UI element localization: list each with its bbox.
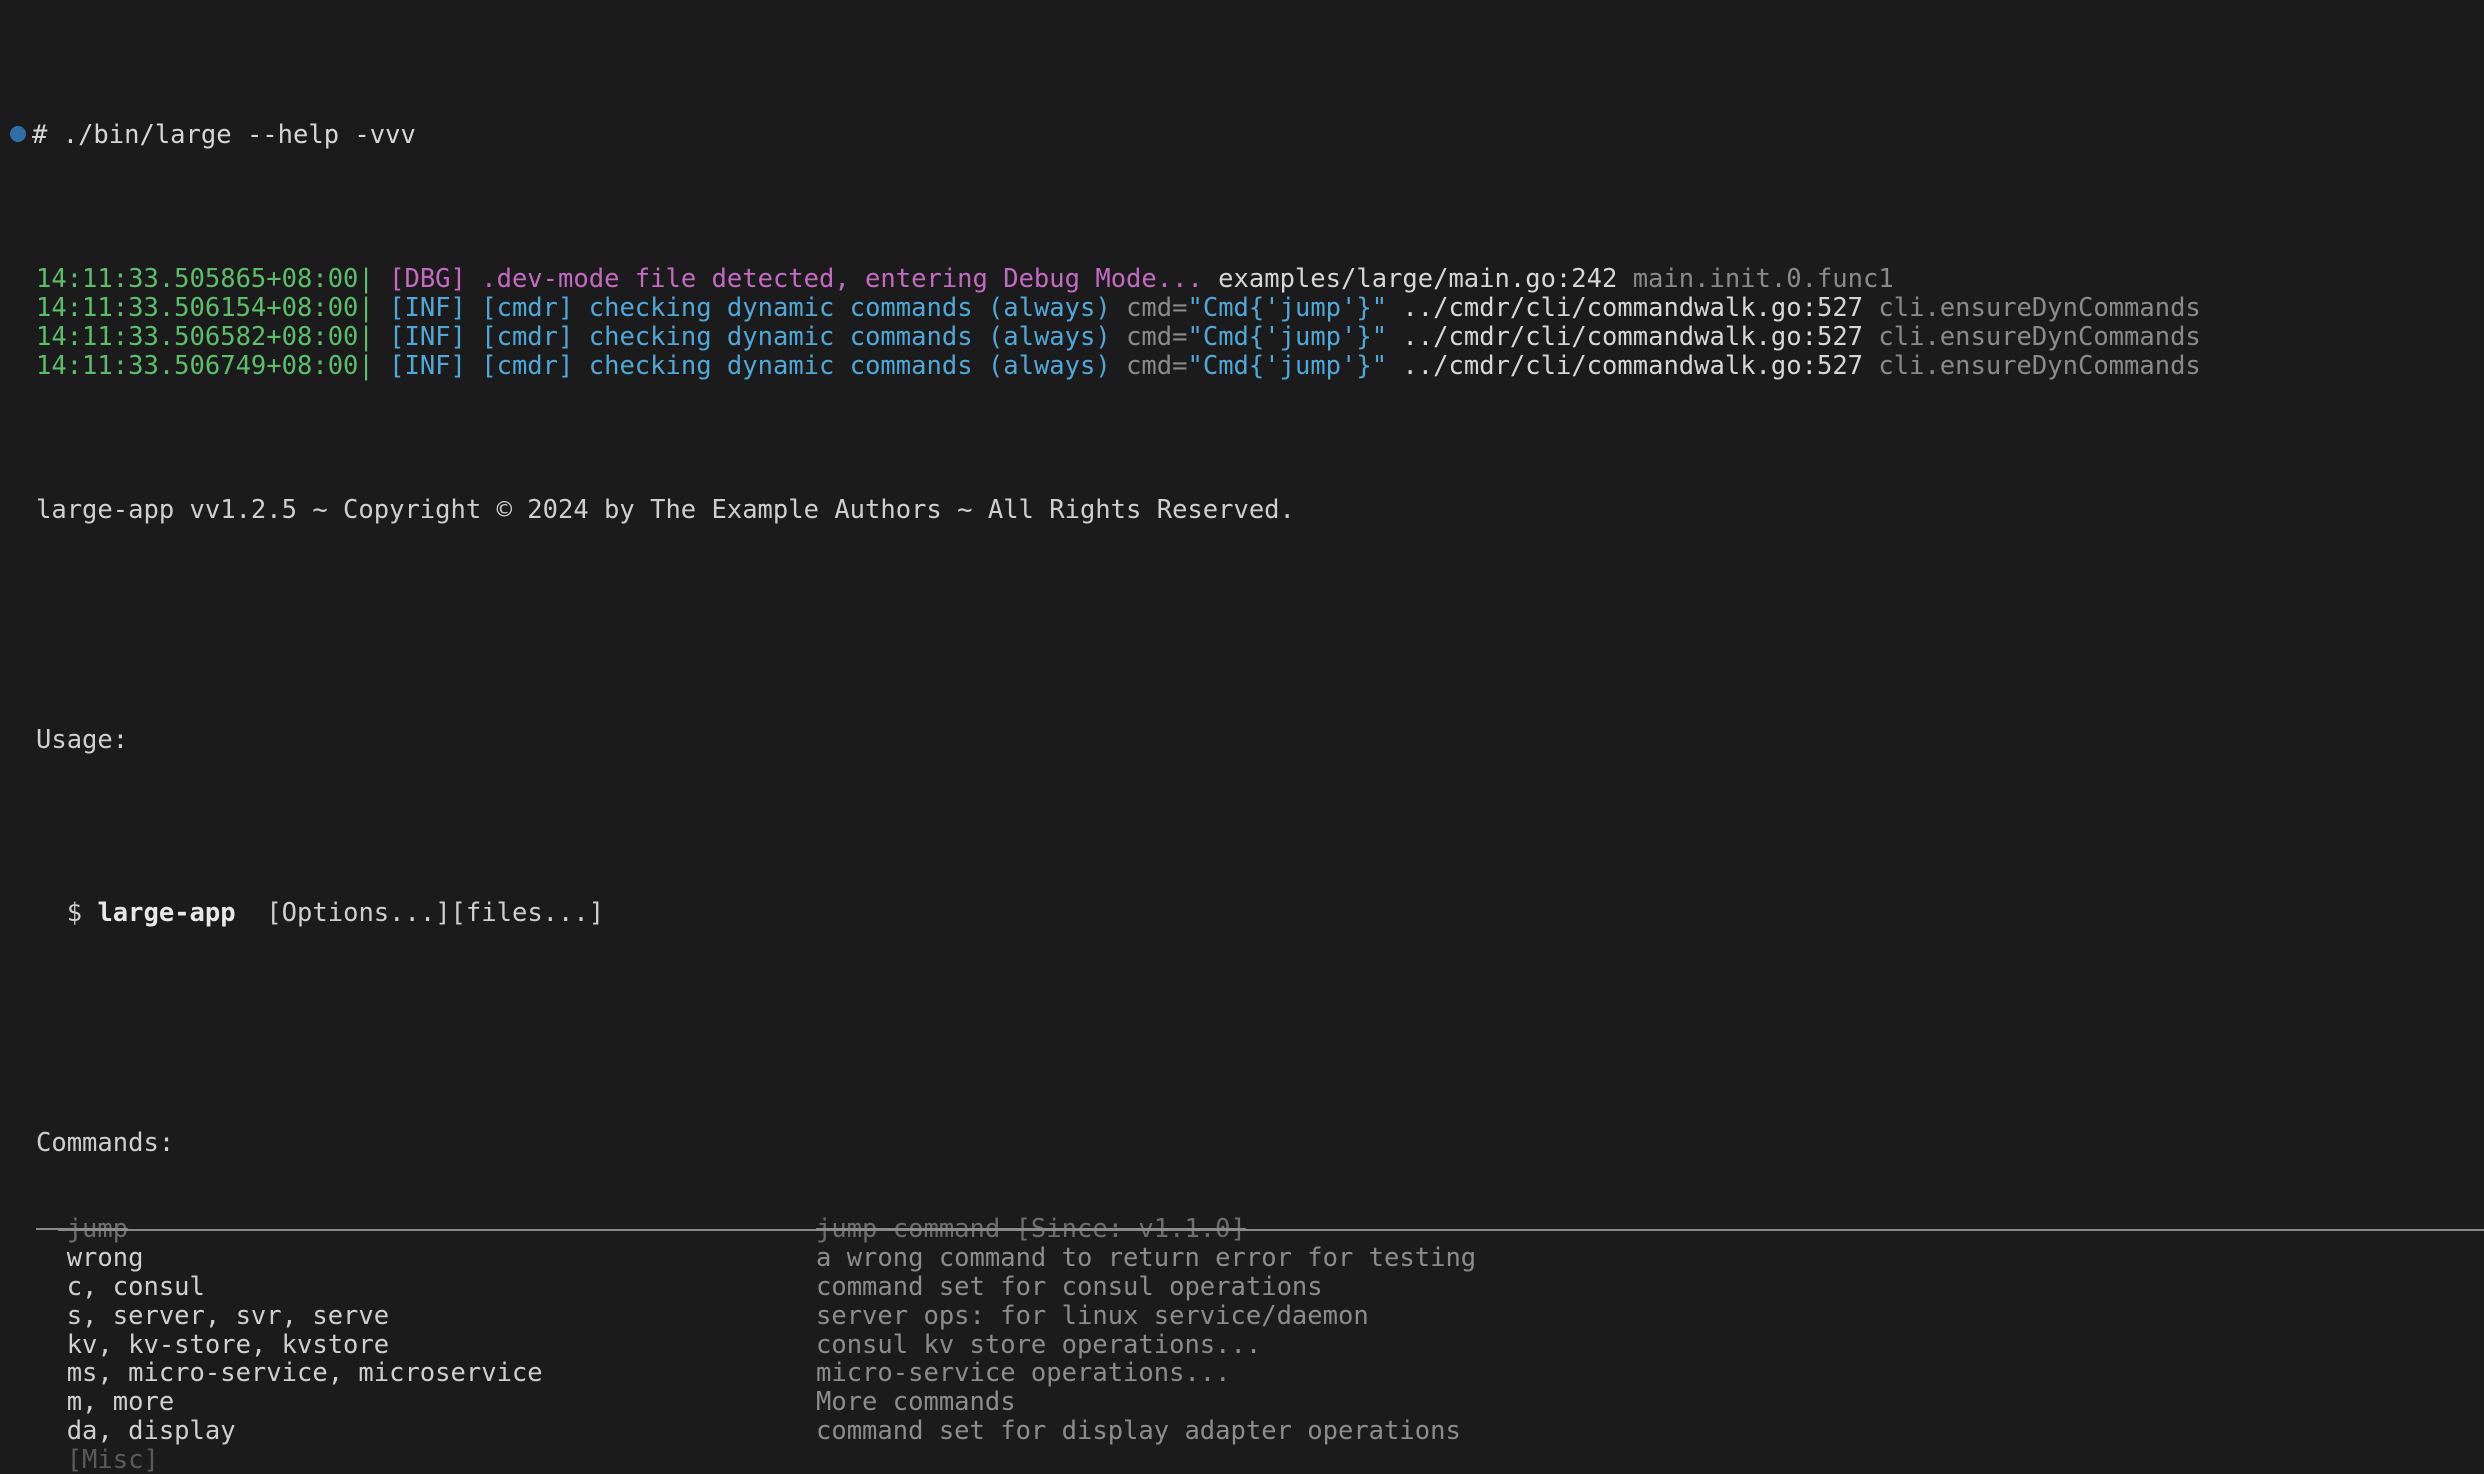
log-line: 14:11:33.506582+08:00| [INF] [cmdr] chec… bbox=[0, 323, 2484, 352]
command-description: consul kv store operations... bbox=[816, 1331, 1261, 1360]
command-name: [Misc] bbox=[36, 1446, 159, 1474]
command-description: a wrong command to return error for test… bbox=[816, 1244, 1476, 1273]
command-description: More commands bbox=[816, 1388, 1016, 1417]
command-row[interactable]: wrong a wrong command to return error for… bbox=[0, 1244, 2484, 1273]
log-output: 14:11:33.505865+08:00| [DBG] .dev-mode f… bbox=[0, 265, 2484, 380]
command-name: da, display bbox=[36, 1417, 236, 1446]
command-row[interactable]: jumpjump command [Since: v1.1.0] bbox=[0, 1215, 2484, 1244]
log-line: 14:11:33.506749+08:00| [INF] [cmdr] chec… bbox=[0, 352, 2484, 381]
command-row[interactable]: s, server, svr, serve server ops: for lin… bbox=[0, 1302, 2484, 1331]
log-line: 14:11:33.505865+08:00| [DBG] .dev-mode f… bbox=[0, 265, 2484, 294]
command-name: wrong bbox=[36, 1244, 143, 1273]
command-row[interactable]: c, consul command set for consul operatio… bbox=[0, 1273, 2484, 1302]
command-description: command set for consul operations bbox=[816, 1273, 1323, 1302]
prompt-bullet-icon bbox=[10, 126, 26, 142]
terminal-window: # ./bin/large --help -vvv 14:11:33.50586… bbox=[0, 0, 2484, 1474]
command-row[interactable]: kv, kv-store, kvstore consul kv store ope… bbox=[0, 1331, 2484, 1360]
command-group-label: [Misc] bbox=[0, 1446, 2484, 1474]
command-name: m, more bbox=[36, 1388, 174, 1417]
app-banner: large-app vv1.2.5 ~ Copyright © 2024 by … bbox=[0, 496, 2484, 525]
command-row[interactable]: ms, micro-service, microservice micro-ser… bbox=[0, 1359, 2484, 1388]
command-row[interactable]: da, display command set for display adapt… bbox=[0, 1417, 2484, 1446]
commands-list: jumpjump command [Since: v1.1.0] wrong a … bbox=[0, 1215, 2484, 1474]
deprecated-strikethrough bbox=[58, 1229, 2484, 1231]
usage-heading: Usage: bbox=[0, 726, 2484, 755]
spacer bbox=[0, 812, 2484, 841]
command-description: command set for display adapter operatio… bbox=[816, 1417, 1461, 1446]
prompt-symbol: # bbox=[32, 120, 47, 150]
prompt-line: # ./bin/large --help -vvv bbox=[0, 121, 2484, 150]
command-text: ./bin/large --help -vvv bbox=[47, 120, 415, 150]
commands-heading: Commands: bbox=[0, 1129, 2484, 1158]
usage-example: $ large-app [Options...][files...] bbox=[0, 899, 2484, 928]
command-row[interactable]: m, more More commands bbox=[0, 1388, 2484, 1417]
log-line: 14:11:33.506154+08:00| [INF] [cmdr] chec… bbox=[0, 294, 2484, 323]
command-name: s, server, svr, serve bbox=[36, 1302, 389, 1331]
command-description: server ops: for linux service/daemon bbox=[816, 1302, 1369, 1331]
command-name: ms, micro-service, microservice bbox=[36, 1359, 543, 1388]
command-name: c, consul bbox=[36, 1273, 205, 1302]
command-name: kv, kv-store, kvstore bbox=[36, 1331, 389, 1360]
spacer bbox=[0, 611, 2484, 640]
spacer bbox=[0, 1014, 2484, 1043]
command-description: micro-service operations... bbox=[816, 1359, 1231, 1388]
